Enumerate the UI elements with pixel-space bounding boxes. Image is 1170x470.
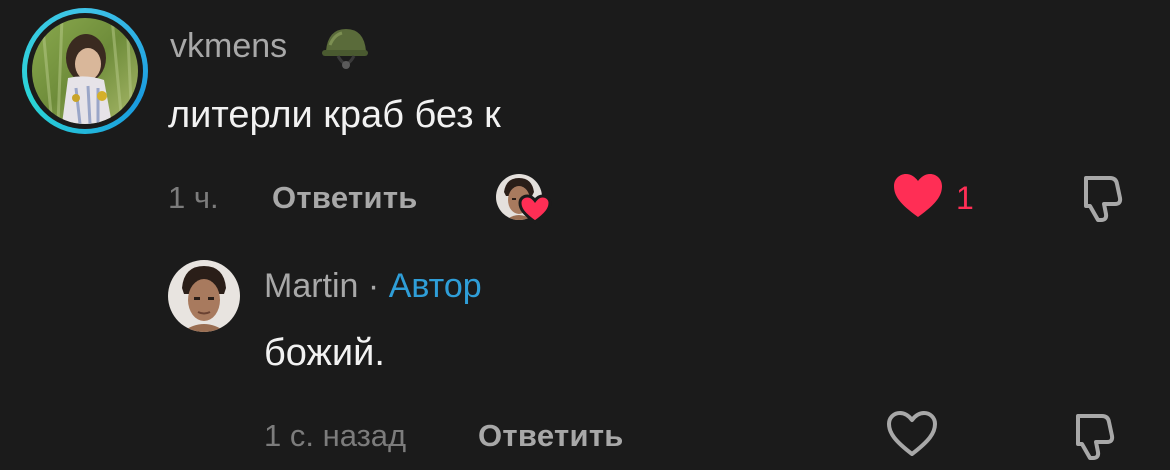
dislike-button[interactable] [1072,172,1124,229]
avatar [32,18,138,124]
comment-username[interactable]: Martin [264,267,358,305]
reply-button[interactable]: Ответить [272,178,418,218]
creator-liked-badge [496,174,554,224]
like-button[interactable] [886,410,938,463]
comment-time: 1 с. назад [264,418,407,453]
comment-time: 1 ч. [168,180,219,215]
heart-icon [887,411,937,456]
comment-username[interactable]: vkmens [170,26,287,66]
dislike-button[interactable] [1064,410,1116,467]
helmet-icon [320,25,368,76]
like-count: 1 [956,180,974,216]
avatar[interactable] [168,260,240,332]
like-button[interactable] [892,172,944,225]
comments-thread: vkmens литерли краб без к 1 ч. Ответить [0,0,1170,470]
separator: · [358,267,389,305]
comment-text: литерли краб без к [168,94,501,136]
thumbs-down-icon [1076,414,1115,460]
heart-icon [518,194,552,224]
comment-header: Martin · Автор [264,266,482,306]
story-ring-avatar[interactable] [22,8,148,134]
comment-text: божий. [264,332,385,374]
reply-button[interactable]: Ответить [478,416,624,456]
author-badge: Автор [388,267,482,305]
thumbs-down-icon [1084,176,1123,222]
